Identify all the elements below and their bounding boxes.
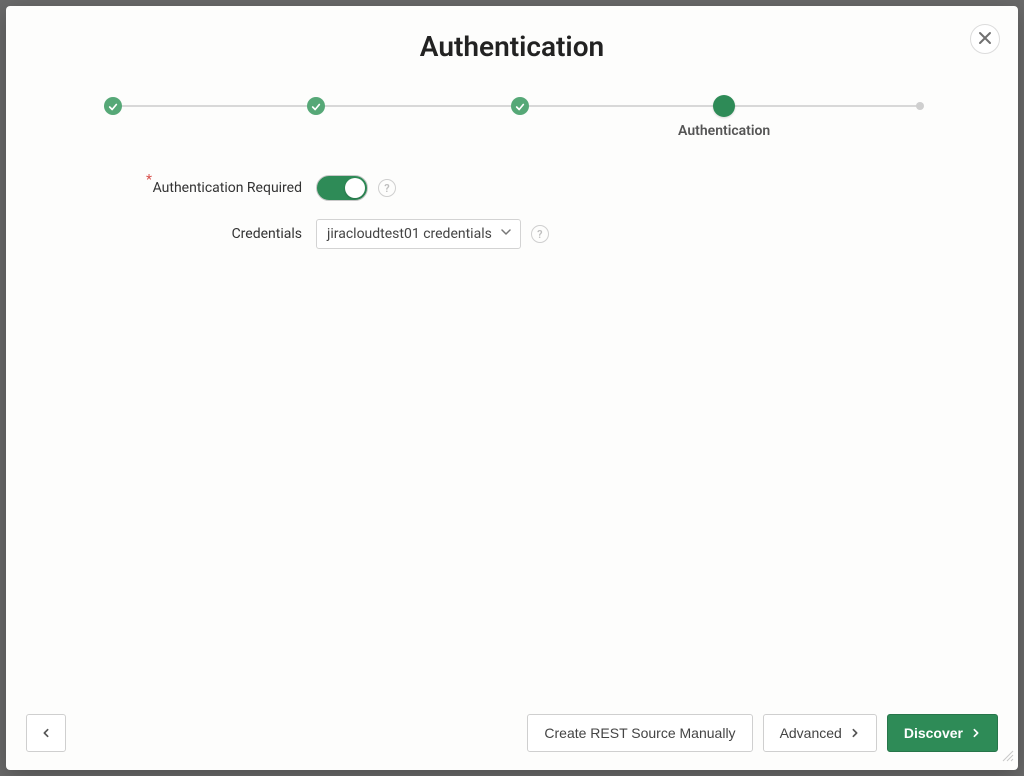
form-body: * Authentication Required ? Credentials … <box>6 125 1018 700</box>
auth-required-toggle[interactable] <box>316 175 368 201</box>
chevron-right-icon <box>971 725 981 741</box>
close-icon <box>978 30 992 49</box>
step-2[interactable] <box>307 97 325 115</box>
check-icon <box>515 97 525 116</box>
advanced-button[interactable]: Advanced <box>763 714 877 752</box>
auth-required-label: Authentication Required <box>153 180 302 196</box>
help-icon[interactable]: ? <box>531 225 549 243</box>
check-icon <box>108 97 118 116</box>
step-1[interactable] <box>104 97 122 115</box>
create-rest-source-manually-button[interactable]: Create REST Source Manually <box>527 714 752 752</box>
modal-title: Authentication <box>26 30 998 63</box>
step-4-current[interactable]: Authentication <box>713 95 735 117</box>
row-credentials: Credentials jiracloudtest01 credentials … <box>66 219 958 249</box>
advanced-label: Advanced <box>780 725 842 741</box>
auth-required-label-col: * Authentication Required <box>66 180 316 196</box>
toggle-knob <box>345 178 365 198</box>
discover-button[interactable]: Discover <box>887 714 998 752</box>
credentials-label: Credentials <box>232 226 302 242</box>
wizard-stepper: Authentication <box>96 97 928 115</box>
discover-label: Discover <box>904 725 963 741</box>
help-icon[interactable]: ? <box>378 179 396 197</box>
chevron-left-icon <box>41 725 51 741</box>
check-icon <box>311 97 321 116</box>
required-mark: * <box>146 172 152 188</box>
credentials-label-col: Credentials <box>66 226 316 242</box>
step-3[interactable] <box>511 97 529 115</box>
row-auth-required: * Authentication Required ? <box>66 175 958 201</box>
credentials-selected-value: jiracloudtest01 credentials <box>327 226 492 242</box>
step-current-label: Authentication <box>678 123 770 139</box>
chevron-down-icon <box>500 226 512 242</box>
modal-footer: Create REST Source Manually Advanced Dis… <box>6 700 1018 770</box>
authentication-modal: Authentication Authentication <box>6 6 1018 770</box>
chevron-right-icon <box>850 725 860 741</box>
back-button[interactable] <box>26 714 66 752</box>
create-manual-label: Create REST Source Manually <box>544 725 735 741</box>
step-5 <box>916 102 924 110</box>
credentials-select[interactable]: jiracloudtest01 credentials <box>316 219 521 249</box>
modal-header: Authentication <box>6 6 1018 73</box>
close-button[interactable] <box>970 24 1000 54</box>
